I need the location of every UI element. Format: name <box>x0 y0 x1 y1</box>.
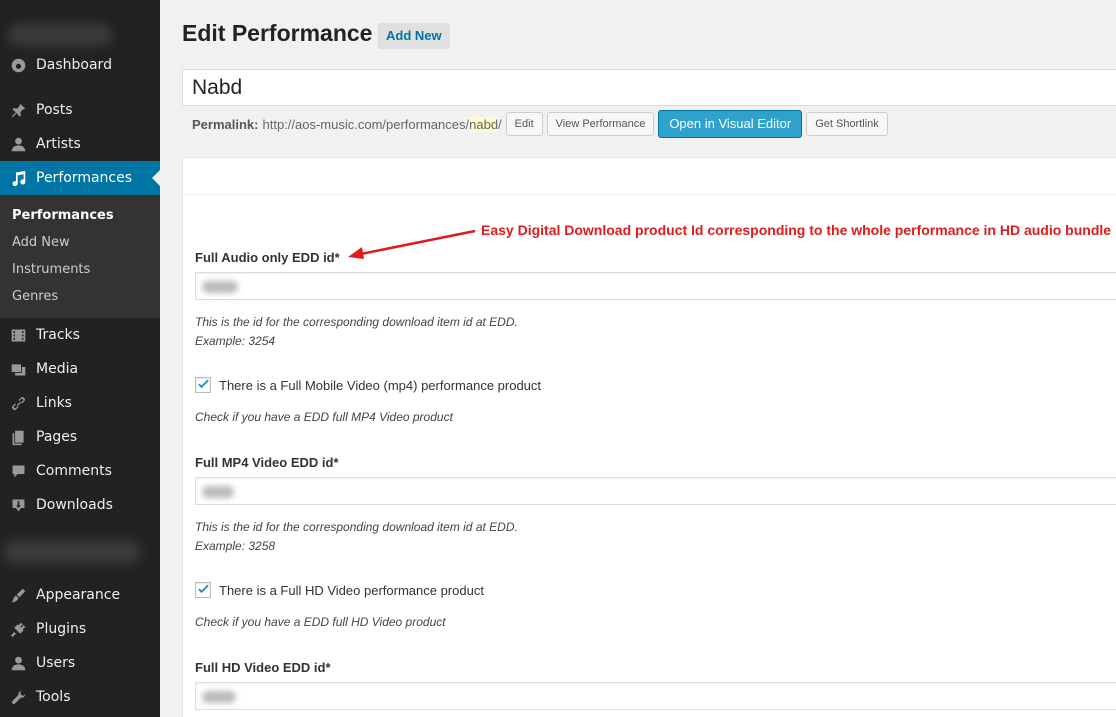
sidebar-item-posts[interactable]: Posts <box>0 93 160 127</box>
sidebar-item-label: Plugins <box>36 621 87 637</box>
blurred-value <box>202 691 236 703</box>
hd-video-description: Check if you have a EDD full HD Video pr… <box>195 615 446 629</box>
sidebar-item-pages[interactable]: Pages <box>0 420 160 454</box>
pin-icon <box>8 100 28 120</box>
sidebar-item-comments[interactable]: Comments <box>0 454 160 488</box>
brush-icon <box>8 585 28 605</box>
permalink-base: http://aos-music.com/performances/ <box>262 116 470 132</box>
submenu-item-instruments[interactable]: Instruments <box>12 262 90 277</box>
hd-video-check-label: There is a Full HD Video performance pro… <box>219 582 484 598</box>
sidebar-item-label: Artists <box>36 136 81 152</box>
submenu-item-genres[interactable]: Genres <box>12 289 58 304</box>
sidebar-item-tools[interactable]: Tools <box>0 680 160 714</box>
sidebar-item-label: Appearance <box>36 587 121 603</box>
hd-edd-id-label: Full HD Video EDD id* <box>195 660 331 675</box>
mobile-video-description: Check if you have a EDD full MP4 Video p… <box>195 410 453 424</box>
add-new-button[interactable]: Add New <box>378 23 450 49</box>
audio-edd-id-description: This is the id for the corresponding dow… <box>195 315 518 348</box>
user-icon <box>8 134 28 154</box>
sidebar-item-label: Links <box>36 395 72 411</box>
blurred-value <box>202 486 234 498</box>
view-performance-button[interactable]: View Performance <box>546 112 655 136</box>
sidebar-item-label: Comments <box>36 463 112 479</box>
sidebar-item-plugins[interactable]: Plugins <box>0 612 160 646</box>
submenu-item-add-new[interactable]: Add New <box>12 235 70 250</box>
permalink-row: Permalink: http://aos-music.com/performa… <box>192 110 888 138</box>
sidebar-item-label: Tools <box>36 689 71 705</box>
users-icon <box>8 653 28 673</box>
hd-edd-id-input[interactable] <box>195 682 1116 710</box>
permalink-slug[interactable]: nabd <box>469 116 499 132</box>
wrench-icon <box>8 687 28 707</box>
mobile-video-check-row: There is a Full Mobile Video (mp4) perfo… <box>195 377 541 393</box>
open-visual-editor-button[interactable]: Open in Visual Editor <box>658 110 803 138</box>
permalink-label: Permalink: <box>192 116 259 132</box>
sidebar-item-label: Performances <box>36 170 133 186</box>
mobile-video-checkbox[interactable] <box>195 377 211 393</box>
blurred-site-name <box>8 24 112 46</box>
pages-icon <box>8 427 28 447</box>
meta-box-divider <box>183 194 1116 195</box>
film-icon <box>8 325 28 345</box>
sidebar-item-media[interactable]: Media <box>0 352 160 386</box>
checkmark-icon <box>197 379 209 388</box>
sidebar-item-users[interactable]: Users <box>0 646 160 680</box>
blurred-value <box>202 281 238 293</box>
music-icon <box>8 168 28 188</box>
hd-video-check-row: There is a Full HD Video performance pro… <box>195 582 484 598</box>
comment-icon <box>8 461 28 481</box>
sidebar-item-label: Users <box>36 655 76 671</box>
performances-submenu: Performances Add New Instruments Genres <box>0 195 160 318</box>
sidebar-item-label: Media <box>36 361 79 377</box>
sidebar-item-label: Downloads <box>36 497 113 513</box>
sidebar-item-performances[interactable]: Performances <box>0 161 160 195</box>
link-icon <box>8 393 28 413</box>
download-icon <box>8 495 28 515</box>
sidebar-item-appearance[interactable]: Appearance <box>0 578 160 612</box>
admin-sidebar: Dashboard Posts Artists Performances Per… <box>0 0 160 717</box>
sidebar-item-downloads[interactable]: Downloads <box>0 488 160 522</box>
permalink-end: / <box>498 116 502 132</box>
page-title: Edit Performance <box>182 20 373 46</box>
sidebar-item-label: Tracks <box>36 327 80 343</box>
annotation-text: Easy Digital Download product Id corresp… <box>481 222 1112 238</box>
plugin-icon <box>8 619 28 639</box>
media-icon <box>8 359 28 379</box>
checkmark-icon <box>197 584 209 593</box>
get-shortlink-button[interactable]: Get Shortlink <box>806 112 888 136</box>
sidebar-item-artists[interactable]: Artists <box>0 127 160 161</box>
sidebar-item-tracks[interactable]: Tracks <box>0 318 160 352</box>
meta-box <box>182 157 1116 717</box>
audio-edd-id-label: Full Audio only EDD id* <box>195 250 340 265</box>
dashboard-icon <box>8 55 28 75</box>
sidebar-item-label: Pages <box>36 429 78 445</box>
sidebar-item-label: Dashboard <box>36 57 112 73</box>
mobile-video-check-label: There is a Full Mobile Video (mp4) perfo… <box>219 377 542 393</box>
post-title-input[interactable]: Nabd <box>182 69 1116 106</box>
sidebar-item-links[interactable]: Links <box>0 386 160 420</box>
submenu-item-performances[interactable]: Performances <box>12 208 114 223</box>
sidebar-item-label: Posts <box>36 102 73 118</box>
mp4-edd-id-description: This is the id for the corresponding dow… <box>195 520 518 553</box>
blurred-menu-item <box>4 540 140 564</box>
mp4-edd-id-label: Full MP4 Video EDD id* <box>195 455 339 470</box>
edit-permalink-button[interactable]: Edit <box>505 112 543 136</box>
sidebar-item-dashboard[interactable]: Dashboard <box>0 48 160 82</box>
main-content: Edit Performance Add New Nabd Permalink:… <box>160 0 1116 717</box>
audio-edd-id-input[interactable] <box>195 272 1116 300</box>
mp4-edd-id-input[interactable] <box>195 477 1116 505</box>
hd-video-checkbox[interactable] <box>195 582 211 598</box>
